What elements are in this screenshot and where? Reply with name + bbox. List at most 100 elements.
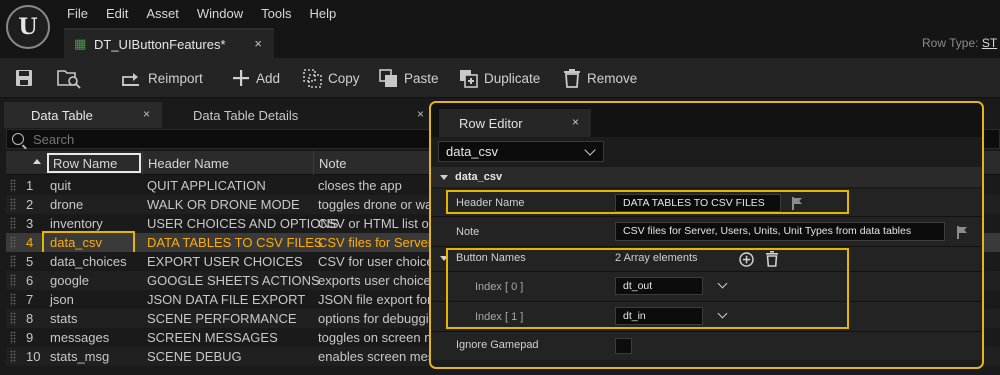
remove-button[interactable]: Remove — [562, 58, 637, 98]
note-cell: JSON file export for u — [318, 292, 443, 307]
title-bar: U File Edit Asset Window Tools Help ▦ DT… — [0, 0, 1000, 58]
drag-handle-icon[interactable] — [10, 236, 16, 249]
duplicate-label: Duplicate — [484, 70, 541, 86]
tab-row-editor[interactable]: Row Editor × — [439, 109, 591, 137]
row-select-dropdown[interactable]: data_csv — [438, 141, 604, 162]
drag-handle-icon[interactable] — [10, 217, 16, 230]
note-cell: CSV for user choices — [318, 254, 441, 269]
drag-handle-icon[interactable] — [10, 331, 16, 344]
menu-tools[interactable]: Tools — [252, 5, 300, 23]
tab-details-label: Data Table Details — [193, 107, 299, 123]
row-index: 7 — [26, 292, 34, 307]
note-cell: options for debugging — [318, 311, 444, 326]
drag-handle-icon[interactable] — [10, 179, 16, 192]
add-label: Add — [256, 70, 281, 86]
trash-icon — [564, 69, 580, 88]
row-section-header[interactable]: data_csv — [431, 167, 982, 187]
paste-button[interactable]: Paste — [378, 58, 439, 98]
row-name-cell: messages — [50, 330, 110, 345]
copy-label: Copy — [328, 70, 360, 86]
row-index: 10 — [26, 349, 41, 364]
row-type-indicator: Row Type: ST — [922, 36, 997, 50]
tab-data-table-label: Data Table — [31, 107, 93, 123]
note-label: Note — [456, 226, 480, 238]
button-names-highlight — [446, 248, 849, 329]
document-tab-label: DT_UIButtonFeatures* — [94, 36, 226, 52]
close-tab-icon[interactable]: × — [143, 107, 150, 121]
ignore-gamepad-checkbox[interactable] — [615, 338, 632, 354]
chevron-down-icon — [584, 144, 596, 156]
note-cell: exports user choices — [318, 273, 438, 288]
close-tab-icon[interactable]: × — [254, 36, 262, 51]
copy-button[interactable]: Copy — [302, 58, 360, 98]
drag-handle-icon[interactable] — [10, 312, 16, 325]
unreal-logo-icon[interactable]: U — [6, 5, 50, 49]
ignore-gamepad-label: Ignore Gamepad — [456, 339, 539, 351]
column-header-header-name[interactable]: Header Name — [142, 151, 313, 175]
row-select-value: data_csv — [446, 144, 499, 159]
column-header-row-name[interactable]: Row Name — [47, 153, 141, 173]
save-icon — [16, 70, 32, 86]
add-row-button[interactable]: Add — [232, 58, 280, 98]
row-editor-tabbar: Row Editor × — [431, 103, 982, 137]
row-index: 4 — [26, 235, 34, 250]
row-name-cell: google — [50, 273, 90, 288]
duplicate-button[interactable]: Duplicate — [458, 58, 540, 98]
note-cell: enables screen mess — [318, 349, 441, 364]
toolbar: Reimport Add Copy Paste Duplicate Remove — [0, 58, 1000, 98]
row-type-label: Row Type: — [922, 36, 982, 50]
reset-to-default-icon[interactable] — [955, 226, 969, 239]
reimport-icon — [122, 73, 139, 86]
close-tab-icon[interactable]: × — [417, 107, 424, 121]
drag-handle-icon[interactable] — [10, 293, 16, 306]
menu-window[interactable]: Window — [188, 5, 252, 23]
search-icon — [12, 133, 24, 145]
row-name-cell: quit — [50, 178, 71, 193]
duplicate-icon — [460, 70, 478, 88]
document-tab[interactable]: ▦ DT_UIButtonFeatures* × — [64, 28, 274, 58]
menu-help[interactable]: Help — [300, 5, 345, 23]
row-type-value[interactable]: ST — [982, 36, 997, 50]
row-name-cell: drone — [50, 197, 84, 212]
note-cell: closes the app — [318, 178, 402, 193]
close-tab-icon[interactable]: × — [572, 115, 579, 129]
row-index: 1 — [26, 178, 34, 193]
sort-ascending-icon[interactable] — [33, 159, 41, 164]
header-name-cell: QUIT APPLICATION — [147, 178, 266, 193]
plus-icon — [233, 70, 249, 86]
section-label: data_csv — [455, 171, 503, 183]
browse-asset-button[interactable] — [56, 58, 82, 98]
row-index: 2 — [26, 197, 34, 212]
header-name-cell: WALK OR DRONE MODE — [147, 197, 300, 212]
row-name-cell: data_choices — [50, 254, 127, 269]
header-name-cell: JSON DATA FILE EXPORT — [147, 292, 306, 307]
property-ignore-gamepad: Ignore Gamepad — [431, 332, 982, 360]
note-input[interactable]: CSV files for Server, Users, Units, Unit… — [615, 222, 945, 241]
paste-icon — [379, 69, 397, 87]
header-name-cell: SCENE PERFORMANCE — [147, 311, 297, 326]
menu-bar: File Edit Asset Window Tools Help — [58, 5, 345, 23]
tab-data-table[interactable]: Data Table × — [4, 102, 162, 128]
row-editor-tab-label: Row Editor — [459, 115, 523, 131]
paste-label: Paste — [404, 70, 439, 86]
drag-handle-icon[interactable] — [10, 350, 16, 363]
reimport-button[interactable]: Reimport — [120, 58, 203, 98]
tab-data-table-details[interactable]: Data Table Details × — [166, 102, 436, 128]
drag-handle-icon[interactable] — [10, 198, 16, 211]
menu-asset[interactable]: Asset — [137, 5, 188, 23]
drag-handle-icon[interactable] — [10, 274, 16, 287]
row-index: 3 — [26, 216, 34, 231]
header-name-cell: EXPORT USER CHOICES — [147, 254, 303, 269]
menu-edit[interactable]: Edit — [97, 5, 137, 23]
drag-handle-icon[interactable] — [10, 255, 16, 268]
copy-icon — [303, 69, 322, 88]
collapse-arrow-icon[interactable] — [440, 174, 448, 180]
row-index: 6 — [26, 273, 34, 288]
search-input[interactable] — [33, 131, 433, 147]
menu-file[interactable]: File — [58, 5, 97, 23]
save-button[interactable] — [14, 58, 34, 98]
row-index: 9 — [26, 330, 34, 345]
data-table-asset-icon: ▦ — [74, 36, 87, 51]
note-cell: CSV or HTML list of — [318, 216, 433, 231]
row-name-cell: data_csv — [50, 235, 103, 250]
